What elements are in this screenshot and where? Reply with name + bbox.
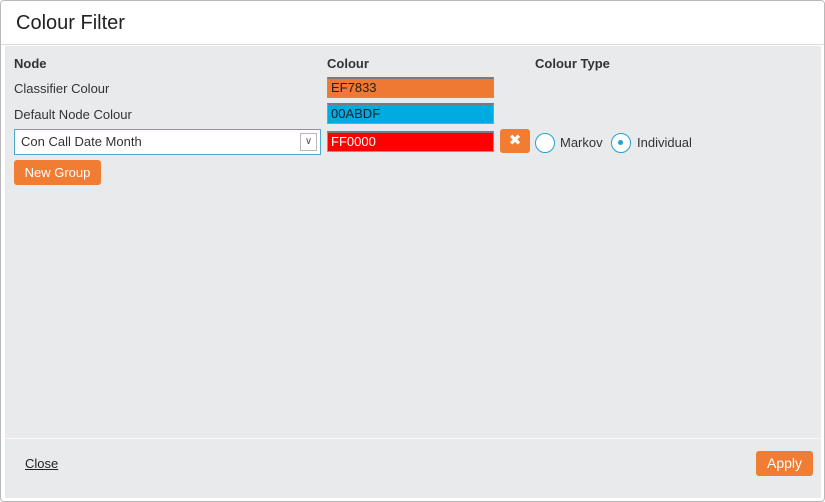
column-header-colour-type: Colour Type xyxy=(535,56,610,71)
classifier-colour-label: Classifier Colour xyxy=(14,81,110,96)
column-header-node: Node xyxy=(14,56,47,71)
radio-markov[interactable] xyxy=(535,133,555,153)
close-link[interactable]: Close xyxy=(25,456,58,471)
apply-button[interactable]: Apply xyxy=(756,451,813,476)
radio-individual-label[interactable]: Individual xyxy=(637,135,692,150)
radio-selected-dot xyxy=(618,140,623,145)
chevron-down-icon[interactable]: ∨ xyxy=(300,133,317,151)
colour-filter-dialog: Colour Filter Node Colour Colour Type Cl… xyxy=(0,0,825,502)
group-colour-input[interactable]: FF0000 xyxy=(327,131,494,152)
node-select-value: Con Call Date Month xyxy=(21,134,142,149)
node-select[interactable]: Con Call Date Month ∨ xyxy=(14,129,321,155)
dialog-footer: Close Apply xyxy=(5,438,821,498)
close-icon: ✖ xyxy=(508,132,522,149)
column-header-colour: Colour xyxy=(327,56,369,71)
classifier-colour-input[interactable]: EF7833 xyxy=(327,77,494,98)
default-node-colour-label: Default Node Colour xyxy=(14,107,132,122)
new-group-button[interactable]: New Group xyxy=(14,160,101,185)
dialog-header: Colour Filter xyxy=(1,1,824,45)
radio-markov-label[interactable]: Markov xyxy=(560,135,603,150)
delete-group-button[interactable]: ✖ xyxy=(500,129,530,153)
dialog-body: Node Colour Colour Type Classifier Colou… xyxy=(5,46,821,438)
dialog-title: Colour Filter xyxy=(16,12,125,34)
radio-individual[interactable] xyxy=(611,133,631,153)
default-node-colour-input[interactable]: 00ABDF xyxy=(327,103,494,124)
